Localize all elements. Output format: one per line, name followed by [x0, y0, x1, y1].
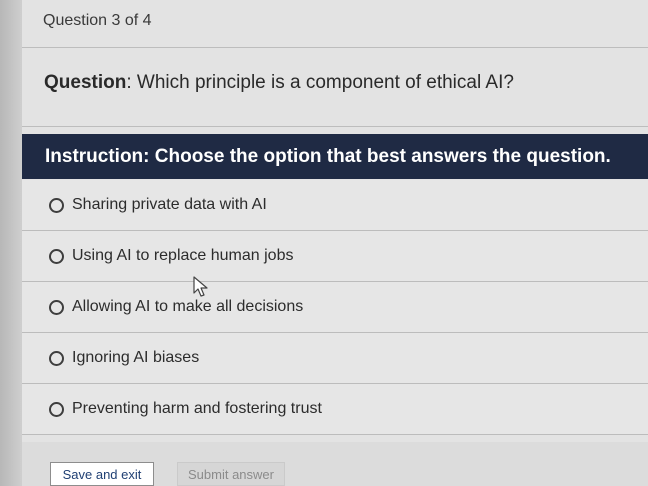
- option-label: Using AI to replace human jobs: [72, 247, 294, 264]
- divider: [22, 126, 648, 127]
- answer-option[interactable]: Ignoring AI biases: [22, 333, 648, 384]
- answer-option[interactable]: Preventing harm and fostering trust: [22, 384, 648, 435]
- quiz-panel: Question 3 of 4 Question: Which principl…: [22, 0, 648, 486]
- question-text: Question: Which principle is a component…: [44, 72, 514, 94]
- instruction-bar: Instruction: Choose the option that best…: [22, 134, 648, 179]
- question-progress: Question 3 of 4: [43, 12, 152, 29]
- radio-unchecked-icon[interactable]: [49, 299, 64, 315]
- option-label: Allowing AI to make all decisions: [72, 298, 304, 315]
- answer-option[interactable]: Sharing private data with AI: [22, 180, 648, 231]
- answer-option[interactable]: Using AI to replace human jobs: [22, 231, 648, 282]
- radio-unchecked-icon[interactable]: [49, 401, 64, 417]
- submit-answer-button[interactable]: Submit answer: [177, 462, 285, 486]
- question-body: Which principle is a component of ethica…: [136, 72, 514, 93]
- divider: [22, 47, 648, 48]
- radio-unchecked-icon[interactable]: [49, 350, 64, 366]
- answer-options: Sharing private data with AI Using AI to…: [22, 180, 648, 435]
- option-label: Ignoring AI biases: [72, 349, 200, 366]
- question-separator: :: [126, 72, 137, 93]
- answer-option[interactable]: Allowing AI to make all decisions: [22, 282, 648, 333]
- radio-unchecked-icon[interactable]: [49, 197, 64, 213]
- question-label: Question: [44, 72, 127, 93]
- option-label: Sharing private data with AI: [72, 196, 267, 213]
- instruction-text: Instruction: Choose the option that best…: [45, 145, 611, 167]
- mouse-pointer-icon: [193, 276, 208, 297]
- footer-bar: Save and exit Submit answer: [22, 442, 648, 486]
- radio-unchecked-icon[interactable]: [49, 248, 64, 264]
- left-edge: [0, 0, 22, 486]
- option-label: Preventing harm and fostering trust: [72, 400, 322, 417]
- save-and-exit-button[interactable]: Save and exit: [50, 462, 154, 486]
